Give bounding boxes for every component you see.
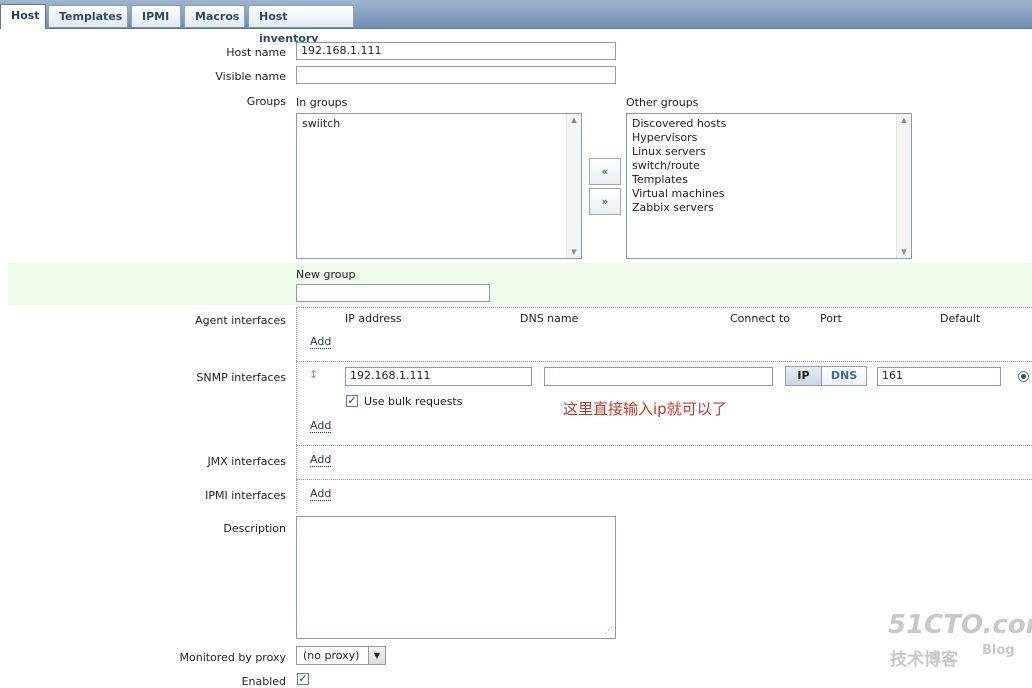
- scroll-up-icon[interactable]: ▲: [897, 116, 911, 124]
- list-item[interactable]: switch/route: [632, 159, 906, 173]
- host-name-label: Host name: [226, 46, 286, 59]
- scrollbar[interactable]: ▲ ▼: [896, 114, 911, 258]
- tab-ipmi[interactable]: IPMI: [131, 5, 181, 27]
- proxy-label: Monitored by proxy: [179, 651, 286, 664]
- list-item[interactable]: Virtual machines: [632, 187, 906, 201]
- list-item[interactable]: swiitch: [302, 117, 576, 131]
- snmp-add-link[interactable]: Add: [310, 420, 332, 433]
- snmp-dns-input[interactable]: [544, 367, 773, 386]
- in-groups-label: In groups: [296, 96, 348, 109]
- groups-label: Groups: [246, 95, 286, 108]
- col-connect-to: Connect to: [730, 312, 791, 325]
- visible-name-input[interactable]: [296, 66, 616, 84]
- watermark-logo: 51CTO.com: [888, 610, 1032, 640]
- connect-to-toggle[interactable]: IP DNS: [785, 366, 867, 386]
- col-default: Default: [940, 312, 981, 325]
- snmp-ip-input[interactable]: 192.168.1.111: [345, 367, 532, 386]
- move-right-button[interactable]: »: [589, 188, 621, 215]
- ipmi-interfaces-section: [296, 479, 1032, 513]
- enabled-checkbox[interactable]: ✓: [297, 673, 309, 685]
- other-groups-label: Other groups: [626, 96, 699, 109]
- scrollbar[interactable]: ▲ ▼: [566, 114, 581, 258]
- move-left-button[interactable]: «: [589, 158, 621, 185]
- jmx-interfaces-label: JMX interfaces: [207, 455, 286, 468]
- proxy-select-value: (no proxy): [303, 649, 360, 662]
- tab-macros[interactable]: Macros: [184, 5, 245, 27]
- connect-ip-button[interactable]: IP: [786, 367, 822, 385]
- list-item[interactable]: Templates: [632, 173, 906, 187]
- watermark-blog: Blog: [982, 643, 1015, 658]
- new-group-input[interactable]: [296, 284, 490, 302]
- default-radio[interactable]: [1018, 371, 1029, 382]
- tab-bar: Host Templates IPMI Macros Host inventor…: [0, 0, 1032, 45]
- host-name-input[interactable]: 192.168.1.111: [296, 42, 616, 60]
- use-bulk-checkbox[interactable]: ✓: [346, 395, 358, 407]
- connect-dns-button[interactable]: DNS: [822, 367, 866, 385]
- tab-host-inventory[interactable]: Host inventory: [248, 5, 354, 45]
- list-item[interactable]: Discovered hosts: [632, 117, 906, 131]
- snmp-port-input[interactable]: 161: [877, 367, 1001, 386]
- new-group-row: [8, 263, 1032, 305]
- col-ip-address: IP address: [345, 312, 402, 325]
- ipmi-interfaces-label: IPMI interfaces: [205, 489, 286, 502]
- scroll-up-icon[interactable]: ▲: [567, 116, 581, 124]
- visible-name-label: Visible name: [215, 70, 286, 83]
- agent-interfaces-label: Agent interfaces: [195, 314, 286, 327]
- ipmi-add-link[interactable]: Add: [310, 488, 332, 501]
- col-port: Port: [820, 312, 842, 325]
- in-groups-list[interactable]: swiitch ▲ ▼: [296, 113, 582, 259]
- agent-add-link[interactable]: Add: [310, 336, 332, 349]
- col-dns-name: DNS name: [520, 312, 579, 325]
- tab-host[interactable]: Host: [0, 4, 46, 29]
- enabled-label: Enabled: [241, 675, 286, 688]
- jmx-interfaces-section: [296, 445, 1032, 479]
- description-label: Description: [223, 522, 286, 535]
- new-group-label: New group: [296, 268, 356, 281]
- other-groups-list[interactable]: Discovered hosts Hypervisors Linux servers…: [626, 113, 912, 259]
- use-bulk-label: Use bulk requests: [364, 395, 463, 408]
- drag-handle-icon[interactable]: ↕: [309, 368, 318, 381]
- jmx-add-link[interactable]: Add: [310, 454, 332, 467]
- proxy-select[interactable]: (no proxy) ▼: [296, 646, 386, 665]
- resize-grip-icon[interactable]: ⋰: [604, 626, 613, 636]
- chevron-down-icon[interactable]: ▼: [368, 647, 385, 664]
- snmp-interfaces-label: SNMP interfaces: [196, 371, 286, 384]
- tab-templates[interactable]: Templates: [48, 5, 128, 27]
- scroll-down-icon[interactable]: ▼: [897, 248, 911, 256]
- watermark-subtitle: 技术博客: [890, 650, 958, 670]
- list-item[interactable]: Zabbix servers: [632, 201, 906, 215]
- agent-interfaces-section: [296, 307, 1032, 361]
- annotation-text: 这里直接输入ip就可以了: [563, 400, 727, 418]
- list-item[interactable]: Hypervisors: [632, 131, 906, 145]
- list-item[interactable]: Linux servers: [632, 145, 906, 159]
- description-textarea[interactable]: [296, 516, 616, 639]
- scroll-down-icon[interactable]: ▼: [567, 248, 581, 256]
